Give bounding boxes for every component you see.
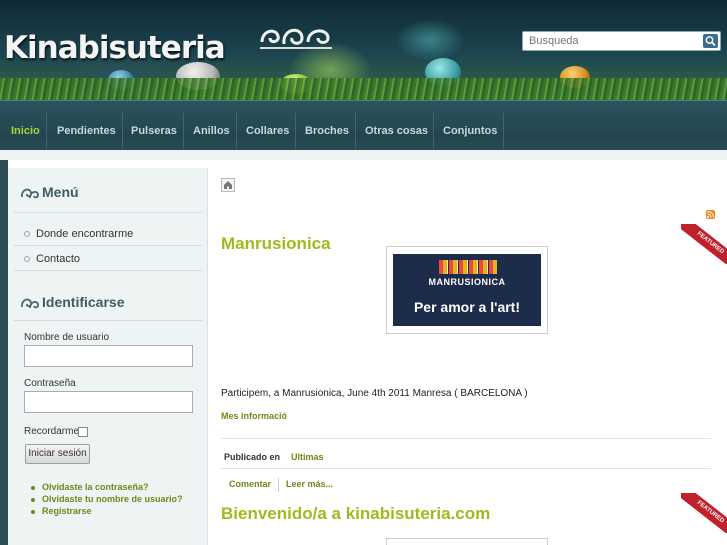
cloud-swirl-icon (260, 28, 332, 49)
menu-module-title: Menú (20, 184, 79, 201)
site-header: Kinabisuteria (0, 0, 727, 100)
divider (14, 320, 202, 321)
nav-divider (295, 113, 296, 149)
nav-item-broches[interactable]: Broches (305, 120, 349, 142)
bullet-icon (24, 231, 30, 238)
rss-feed-icon[interactable] (706, 210, 715, 219)
main-content: FEATURED Manrusionica MANRUSIONICA Per a… (216, 168, 727, 545)
manrusionica-banner[interactable]: MANRUSIONICA Per amor a l'art! (393, 254, 541, 326)
nav-item-pendientes[interactable]: Pendientes (57, 120, 116, 142)
nav-item-pulseras[interactable]: Pulseras (131, 120, 177, 142)
nav-item-inicio[interactable]: Inicio (11, 120, 40, 142)
published-in-label: Publicado en (224, 452, 281, 462)
content-top-strip (0, 150, 727, 160)
nav-divider (236, 113, 237, 149)
featured-ribbon: FEATURED (681, 224, 727, 264)
breadcrumb-home-button[interactable] (221, 178, 235, 192)
divider (278, 478, 279, 492)
menu-item-contacto[interactable]: Contacto (24, 253, 80, 265)
forgot-password-link[interactable]: Olvidaste la contraseña? (31, 482, 149, 492)
article-image-frame (386, 538, 548, 545)
password-label: Contraseña (24, 378, 76, 389)
nav-item-conjuntos[interactable]: Conjuntos (443, 120, 497, 142)
bullet-icon (24, 256, 30, 263)
article-title[interactable]: Manrusionica (221, 234, 331, 254)
register-link[interactable]: Registrarse (31, 506, 92, 516)
search-box (522, 31, 721, 51)
banner-slogan: Per amor a l'art! (413, 299, 521, 315)
divider (221, 468, 711, 469)
article-image-frame: MANRUSIONICA Per amor a l'art! (386, 246, 548, 334)
equalizer-graphic (439, 260, 497, 274)
nav-divider (355, 113, 356, 149)
remember-label: Recordarme (24, 426, 80, 437)
more-info-link[interactable]: Mes informació (221, 411, 287, 421)
read-more-link[interactable]: Leer más... (286, 479, 333, 489)
divider (14, 212, 202, 213)
category-link[interactable]: Ultimas (291, 452, 324, 462)
remember-checkbox[interactable] (78, 427, 88, 437)
sidebar: Menú Donde encontrarme Contacto Identifi… (8, 168, 208, 545)
username-field[interactable] (24, 345, 193, 367)
nav-item-collares[interactable]: Collares (246, 120, 289, 142)
login-title-text: Identificarse (42, 294, 125, 310)
nav-divider (433, 113, 434, 149)
featured-badge-text: FEATURED (681, 493, 727, 533)
grass-strip (0, 78, 727, 100)
page-content: Menú Donde encontrarme Contacto Identifi… (8, 160, 727, 545)
password-field[interactable] (24, 391, 193, 413)
nav-divider (183, 113, 184, 149)
nav-divider (503, 113, 504, 149)
divider (14, 245, 202, 246)
menu-item-label: Donde encontrarme (36, 228, 134, 240)
comment-link[interactable]: Comentar (229, 479, 271, 489)
search-icon (705, 36, 716, 47)
login-module-title: Identificarse (20, 294, 124, 311)
divider (14, 270, 202, 271)
divider (221, 438, 711, 439)
featured-badge-text: FEATURED (681, 224, 727, 264)
article-title[interactable]: Bienvenido/a a kinabisuteria.com (221, 504, 490, 524)
nav-divider (46, 113, 47, 149)
nav-item-anillos[interactable]: Anillos (193, 120, 230, 142)
menu-item-donde-encontrarme[interactable]: Donde encontrarme (24, 228, 133, 240)
nav-divider (122, 113, 123, 149)
search-button[interactable] (703, 34, 718, 48)
cloud-swirl-icon (21, 188, 39, 199)
forgot-username-link[interactable]: Olvidaste tu nombre de usuario? (31, 494, 183, 504)
login-button[interactable]: Iniciar sesión (25, 444, 90, 464)
menu-title-text: Menú (42, 184, 79, 200)
search-input[interactable] (523, 32, 693, 50)
home-icon (224, 181, 232, 189)
site-logo[interactable]: Kinabisuteria (4, 30, 226, 66)
nav-item-otras-cosas[interactable]: Otras cosas (365, 120, 428, 142)
menu-item-label: Contacto (36, 253, 81, 265)
article-body-text: Participem, a Manrusionica, June 4th 201… (221, 388, 528, 399)
banner-title: MANRUSIONICA (428, 277, 506, 287)
cloud-swirl-icon (21, 298, 39, 309)
username-label: Nombre de usuario (24, 332, 110, 343)
featured-ribbon: FEATURED (681, 493, 727, 533)
